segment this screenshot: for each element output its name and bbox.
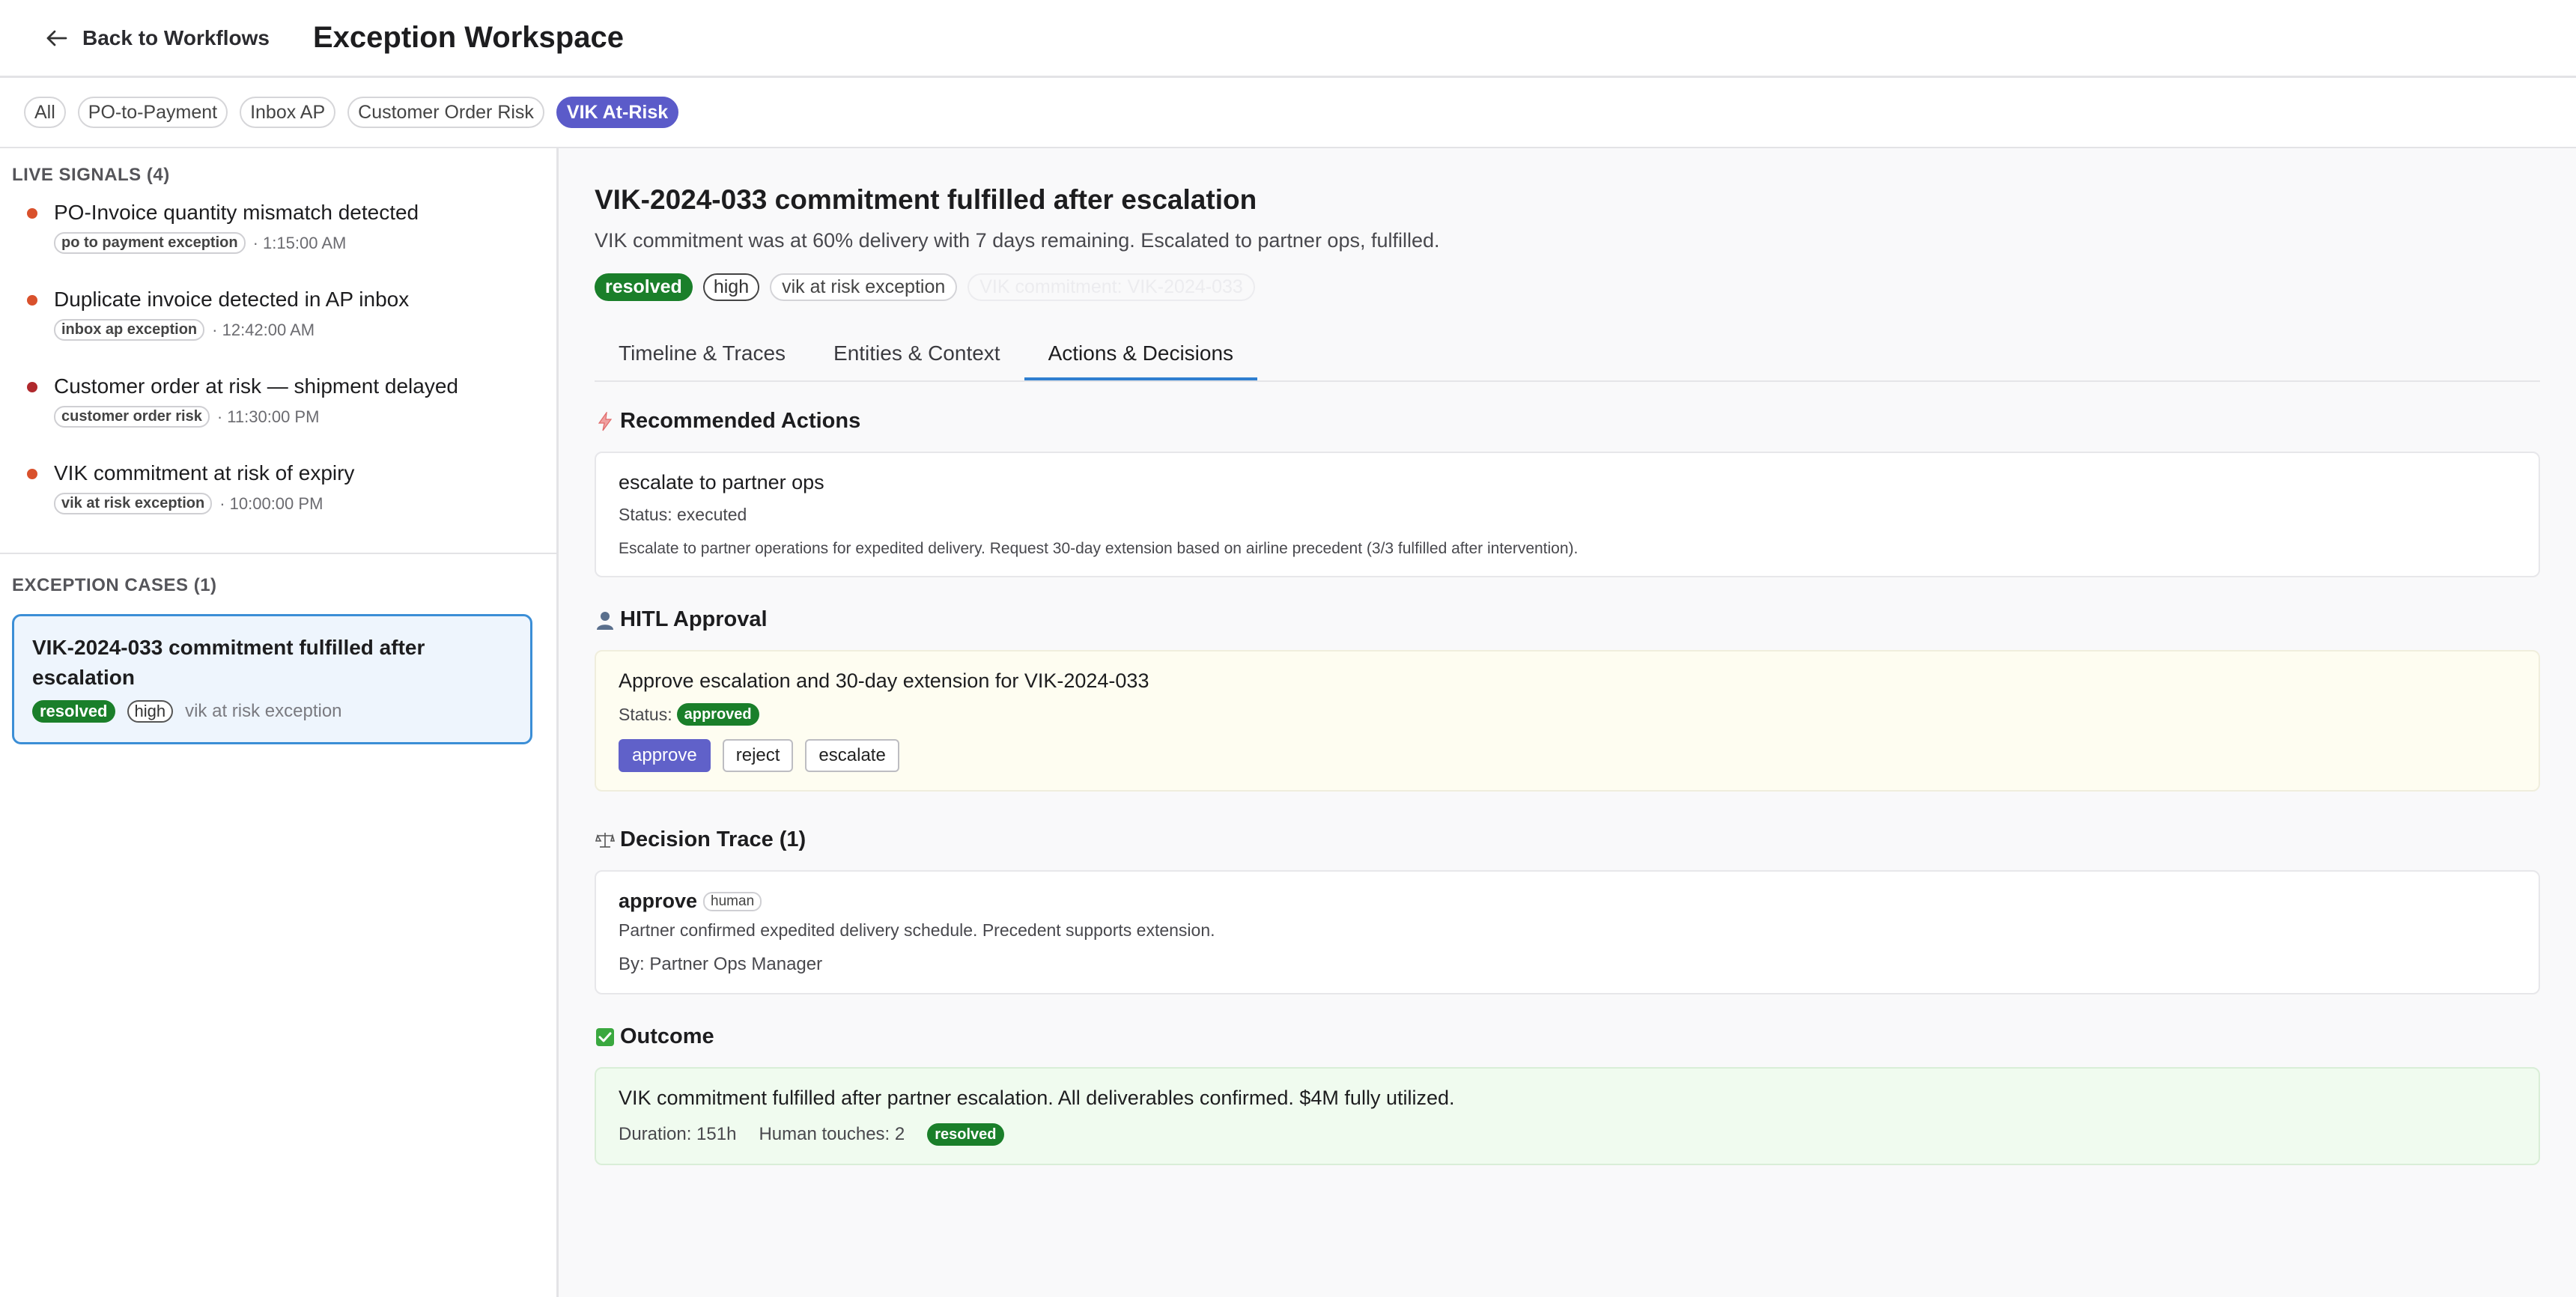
- type-badge: vik at risk exception: [770, 273, 958, 301]
- tab-timeline-traces[interactable]: Timeline & Traces: [595, 328, 809, 380]
- signal-dot-icon: [27, 469, 37, 479]
- case-subtitle: VIK commitment was at 60% delivery with …: [595, 229, 1440, 252]
- signal-dot-icon: [27, 382, 37, 392]
- exception-cases-title: EXCEPTION CASES (1): [12, 575, 217, 595]
- decision-by: By: Partner Ops Manager: [619, 954, 823, 974]
- workflow-filter-bar: All PO-to-Payment Inbox AP Customer Orde…: [0, 78, 2576, 148]
- signal-time: · 12:42:00 AM: [212, 320, 315, 339]
- detail-tabs: Timeline & Traces Entities & Context Act…: [595, 328, 2540, 382]
- check-icon: [595, 1027, 616, 1048]
- signal-tag: po to payment exception: [54, 232, 246, 254]
- outcome-human-touches: Human touches: 2: [759, 1124, 905, 1144]
- live-signals-title: LIVE SIGNALS (4): [12, 165, 170, 185]
- lightning-icon: [595, 411, 616, 432]
- hitl-approval-heading: HITL Approval: [595, 607, 2540, 632]
- approval-status-label: Status:: [619, 704, 672, 724]
- outcome-status-badge: resolved: [927, 1123, 1004, 1146]
- app-header: Back to Workflows Exception Workspace: [0, 0, 2576, 78]
- status-badge: resolved: [595, 273, 693, 301]
- outcome-text: VIK commitment fulfilled after partner e…: [619, 1087, 1455, 1109]
- case-card-title: VIK-2024-033 commitment fulfilled after …: [32, 636, 425, 689]
- decision-action: approve: [619, 890, 698, 912]
- actor-type-badge: human: [703, 891, 762, 911]
- action-status: Status: executed: [619, 505, 747, 524]
- tab-entities-context[interactable]: Entities & Context: [809, 328, 1024, 380]
- signal-item[interactable]: Customer order at risk — shipment delaye…: [0, 368, 556, 455]
- outcome-card: VIK commitment fulfilled after partner e…: [595, 1067, 2540, 1165]
- escalate-button[interactable]: escalate: [805, 739, 899, 772]
- case-badges: resolved high vik at risk exception VIK …: [595, 273, 2540, 301]
- commitment-badge: VIK commitment: VIK-2024-033: [967, 273, 1255, 301]
- filter-chip-po-to-payment[interactable]: PO-to-Payment: [77, 97, 228, 128]
- signal-time: · 11:30:00 PM: [216, 407, 320, 426]
- priority-badge: high: [127, 700, 174, 723]
- signal-tag: customer order risk: [54, 406, 210, 428]
- case-type-label: vik at risk exception: [185, 701, 342, 721]
- exception-case-card[interactable]: VIK-2024-033 commitment fulfilled after …: [12, 614, 532, 744]
- signal-time: · 1:15:00 AM: [252, 233, 347, 252]
- signal-tag: inbox ap exception: [54, 319, 205, 341]
- section-title: HITL Approval: [620, 607, 768, 631]
- filter-chip-vik-at-risk[interactable]: VIK At-Risk: [556, 97, 679, 128]
- recommended-action-card: escalate to partner ops Status: executed…: [595, 452, 2540, 577]
- signal-item[interactable]: PO-Invoice quantity mismatch detected po…: [0, 195, 556, 282]
- action-description: Escalate to partner operations for exped…: [619, 540, 1579, 557]
- tab-actions-decisions[interactable]: Actions & Decisions: [1024, 328, 1258, 380]
- reject-button[interactable]: reject: [722, 739, 794, 772]
- decision-reason: Partner confirmed expedited delivery sch…: [619, 920, 1215, 940]
- signal-title: PO-Invoice quantity mismatch detected: [54, 201, 419, 224]
- signal-dot-icon: [27, 208, 37, 219]
- signal-title: Duplicate invoice detected in AP inbox: [54, 288, 410, 311]
- filter-chip-customer-order-risk[interactable]: Customer Order Risk: [347, 97, 544, 128]
- signal-title: Customer order at risk — shipment delaye…: [54, 374, 458, 398]
- case-detail: VIK-2024-033 commitment fulfilled after …: [559, 148, 2576, 1297]
- signal-item[interactable]: Duplicate invoice detected in AP inbox i…: [0, 282, 556, 368]
- action-title: escalate to partner ops: [619, 471, 824, 493]
- back-to-workflows-button[interactable]: Back to Workflows: [43, 25, 270, 52]
- filter-chip-inbox-ap[interactable]: Inbox AP: [240, 97, 336, 128]
- approval-status-badge: approved: [676, 703, 759, 726]
- signal-dot-icon: [27, 295, 37, 306]
- signal-time: · 10:00:00 PM: [219, 493, 323, 513]
- outcome-duration: Duration: 151h: [619, 1124, 737, 1144]
- outcome-heading: Outcome: [595, 1024, 2540, 1049]
- case-title: VIK-2024-033 commitment fulfilled after …: [595, 184, 1257, 215]
- person-icon: [595, 610, 616, 631]
- decision-trace-heading: Decision Trace (1): [595, 827, 2540, 852]
- approval-title: Approve escalation and 30-day extension …: [619, 669, 1149, 692]
- filter-chip-all[interactable]: All: [24, 97, 66, 128]
- priority-badge: high: [702, 273, 760, 301]
- scales-icon: [595, 830, 616, 851]
- page-title: Exception Workspace: [312, 21, 624, 54]
- hitl-approval-card: Approve escalation and 30-day extension …: [595, 650, 2540, 792]
- signal-title: VIK commitment at risk of expiry: [54, 461, 355, 485]
- signal-item[interactable]: VIK commitment at risk of expiry vik at …: [0, 455, 556, 542]
- section-title: Outcome: [620, 1024, 714, 1048]
- approve-button[interactable]: approve: [619, 739, 711, 772]
- section-title: Recommended Actions: [620, 409, 861, 433]
- signal-tag: vik at risk exception: [54, 493, 213, 514]
- back-label: Back to Workflows: [82, 25, 270, 49]
- decision-trace-card: approve human Partner confirmed expedite…: [595, 870, 2540, 994]
- sidebar: LIVE SIGNALS (4) PO-Invoice quantity mis…: [0, 148, 559, 1297]
- recommended-actions-heading: Recommended Actions: [595, 409, 2540, 434]
- arrow-left-icon: [46, 30, 67, 46]
- section-title: Decision Trace (1): [620, 827, 806, 851]
- status-badge: resolved: [32, 700, 115, 723]
